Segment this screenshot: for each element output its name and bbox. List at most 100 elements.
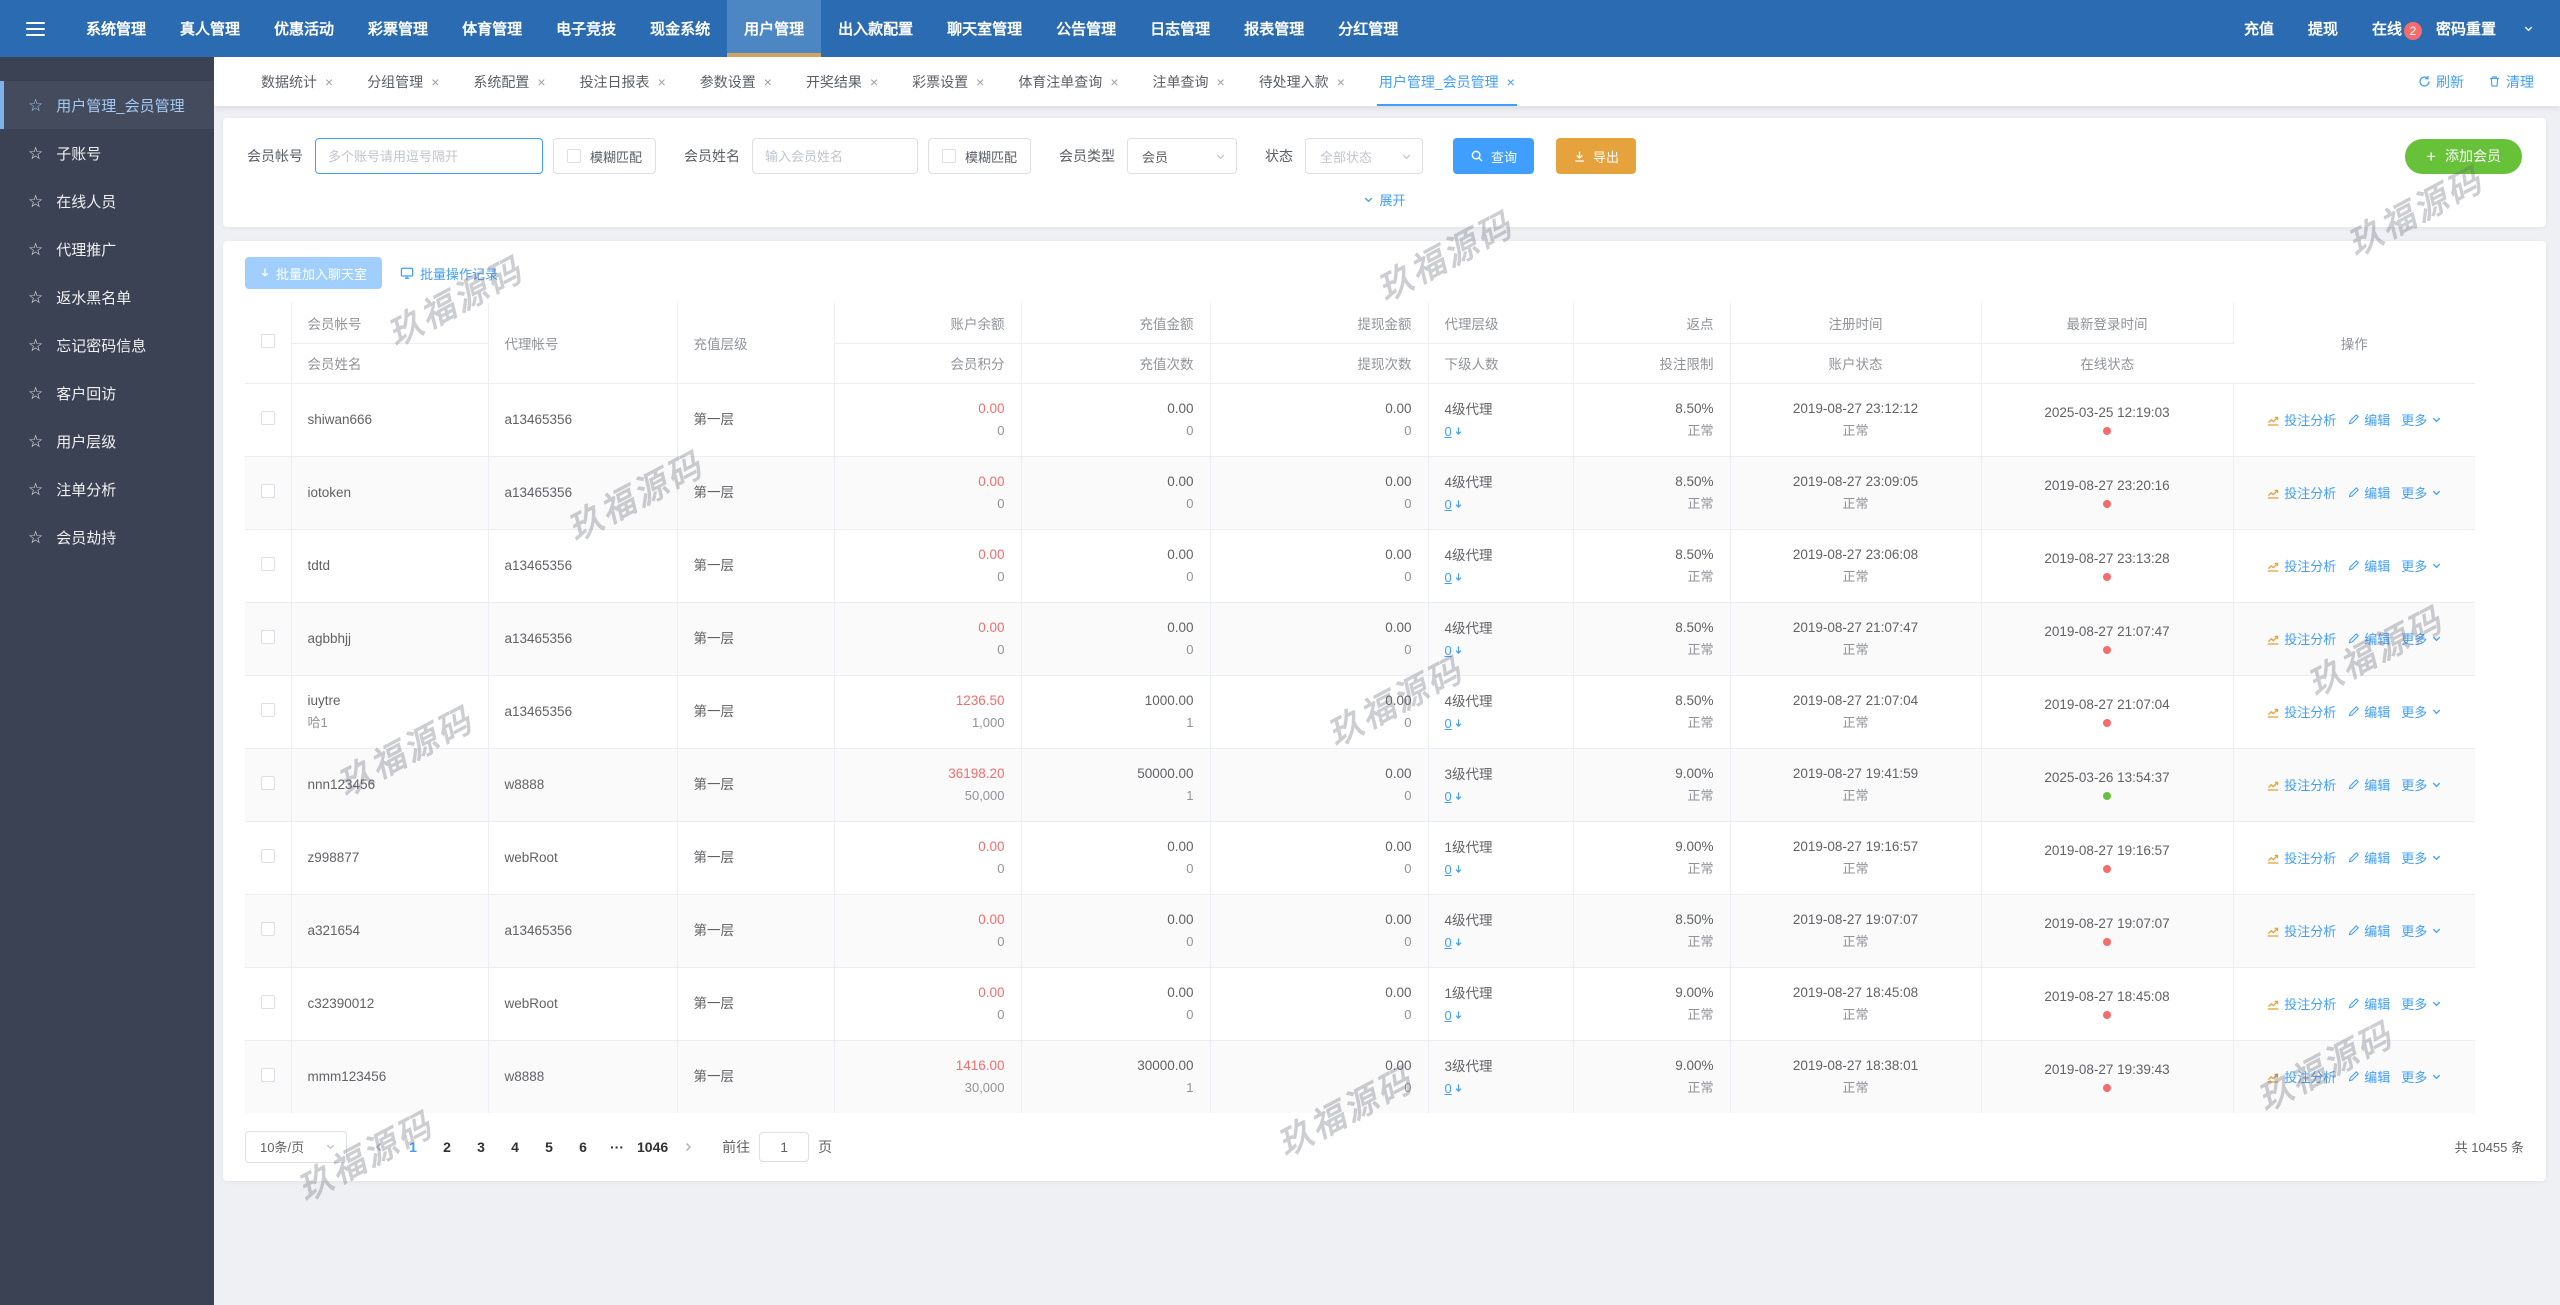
edit-link[interactable]: 编辑	[2347, 702, 2390, 721]
tab[interactable]: 待处理入款 ×	[1242, 57, 1362, 106]
edit-link[interactable]: 编辑	[2347, 848, 2390, 867]
bet-analysis-link[interactable]: 投注分析	[2266, 556, 2336, 575]
tab[interactable]: 用户管理_会员管理 ×	[1362, 57, 1532, 106]
more-dropdown[interactable]: 更多	[2401, 994, 2442, 1013]
status-select[interactable]: 全部状态	[1305, 138, 1424, 174]
topnav-item[interactable]: 现金系统	[633, 0, 727, 57]
topnav-item[interactable]: 日志管理	[1133, 0, 1227, 57]
pager-page[interactable]: 5	[535, 1132, 563, 1162]
pager-page[interactable]: 2	[433, 1132, 461, 1162]
pager-page[interactable]: 4	[501, 1132, 529, 1162]
tab-close-icon[interactable]: ×	[764, 74, 772, 90]
tab[interactable]: 投注日报表 ×	[563, 57, 683, 106]
pager-page[interactable]: 3	[467, 1132, 495, 1162]
subordinates-link[interactable]: 0	[1445, 1008, 1463, 1023]
subordinates-link[interactable]: 0	[1445, 1081, 1463, 1096]
sidebar-item[interactable]: ☆ 在线人员	[0, 177, 214, 225]
row-checkbox[interactable]	[260, 557, 275, 571]
batch-join-chat-button[interactable]: 批量加入聊天室	[245, 257, 383, 289]
more-dropdown[interactable]: 更多	[2401, 556, 2442, 575]
topnav-item[interactable]: 报表管理	[1227, 0, 1321, 57]
fuzzy-match-account[interactable]: 模糊匹配	[553, 138, 657, 174]
tab-close-icon[interactable]: ×	[658, 74, 666, 90]
add-member-button[interactable]: + 添加会员	[2405, 138, 2522, 174]
more-dropdown[interactable]: 更多	[2401, 848, 2442, 867]
sidebar-item[interactable]: ☆ 子账号	[0, 129, 214, 177]
more-dropdown[interactable]: 更多	[2401, 629, 2442, 648]
sidebar-item[interactable]: ☆ 用户管理_会员管理	[0, 81, 214, 129]
tab-close-icon[interactable]: ×	[1507, 74, 1515, 90]
fuzzy-account-checkbox[interactable]	[567, 149, 581, 163]
more-dropdown[interactable]: 更多	[2401, 410, 2442, 429]
topnav-action-recharge[interactable]: 充值	[2227, 18, 2291, 39]
fuzzy-match-name[interactable]: 模糊匹配	[928, 138, 1032, 174]
member-type-select[interactable]: 会员	[1127, 138, 1238, 174]
member-account-input[interactable]	[315, 138, 543, 174]
subordinates-link[interactable]: 0	[1445, 716, 1463, 731]
tab[interactable]: 彩票设置 ×	[895, 57, 1001, 106]
topnav-item[interactable]: 真人管理	[163, 0, 257, 57]
bet-analysis-link[interactable]: 投注分析	[2266, 848, 2336, 867]
tab-close-icon[interactable]: ×	[1217, 74, 1225, 90]
edit-link[interactable]: 编辑	[2347, 994, 2390, 1013]
pager-next[interactable]	[674, 1132, 702, 1162]
more-dropdown[interactable]: 更多	[2401, 921, 2442, 940]
topnav-item[interactable]: 系统管理	[69, 0, 163, 57]
tab[interactable]: 开奖结果 ×	[789, 57, 895, 106]
tab[interactable]: 体育注单查询 ×	[1001, 57, 1135, 106]
edit-link[interactable]: 编辑	[2347, 556, 2390, 575]
row-checkbox[interactable]	[260, 922, 275, 936]
row-checkbox[interactable]	[260, 1068, 275, 1082]
more-dropdown[interactable]: 更多	[2401, 702, 2442, 721]
row-checkbox[interactable]	[260, 411, 275, 425]
topnav-action-withdraw[interactable]: 提现	[2291, 18, 2355, 39]
topnav-item[interactable]: 分红管理	[1321, 0, 1415, 57]
pager-page[interactable]: 1	[399, 1132, 427, 1162]
bet-analysis-link[interactable]: 投注分析	[2266, 410, 2336, 429]
row-checkbox[interactable]	[260, 630, 275, 644]
subordinates-link[interactable]: 0	[1445, 935, 1463, 950]
sidebar-item[interactable]: ☆ 客户回访	[0, 369, 214, 417]
bet-analysis-link[interactable]: 投注分析	[2266, 629, 2336, 648]
export-button[interactable]: 导出	[1556, 138, 1637, 174]
tab-close-icon[interactable]: ×	[976, 74, 984, 90]
topnav-action-password-reset[interactable]: 密码重置	[2419, 18, 2513, 39]
tab-close-icon[interactable]: ×	[537, 74, 545, 90]
topnav-item[interactable]: 体育管理	[445, 0, 539, 57]
batch-operation-log-link[interactable]: 批量操作记录	[400, 264, 498, 283]
row-checkbox[interactable]	[260, 776, 275, 790]
chevron-down-icon[interactable]	[2523, 23, 2534, 34]
topnav-item[interactable]: 用户管理	[727, 0, 822, 57]
subordinates-link[interactable]: 0	[1445, 570, 1463, 585]
bet-analysis-link[interactable]: 投注分析	[2266, 775, 2336, 794]
subordinates-link[interactable]: 0	[1445, 424, 1463, 439]
tab[interactable]: 参数设置 ×	[683, 57, 789, 106]
bet-analysis-link[interactable]: 投注分析	[2266, 1067, 2336, 1086]
topnav-item[interactable]: 出入款配置	[821, 0, 930, 57]
tab[interactable]: 系统配置 ×	[456, 57, 562, 106]
topnav-item[interactable]: 聊天室管理	[930, 0, 1039, 57]
edit-link[interactable]: 编辑	[2347, 483, 2390, 502]
edit-link[interactable]: 编辑	[2347, 921, 2390, 940]
search-button[interactable]: 查询	[1453, 138, 1535, 174]
tab-close-icon[interactable]: ×	[1337, 74, 1345, 90]
subordinates-link[interactable]: 0	[1445, 497, 1463, 512]
subordinates-link[interactable]: 0	[1445, 862, 1463, 877]
tab[interactable]: 分组管理 ×	[350, 57, 456, 106]
fuzzy-name-checkbox[interactable]	[942, 149, 957, 163]
sidebar-item[interactable]: ☆ 返水黑名单	[0, 273, 214, 321]
bet-analysis-link[interactable]: 投注分析	[2266, 921, 2336, 940]
more-dropdown[interactable]: 更多	[2401, 775, 2442, 794]
tab-close-icon[interactable]: ×	[1110, 74, 1118, 90]
more-dropdown[interactable]: 更多	[2401, 1067, 2442, 1086]
sidebar-item[interactable]: ☆ 会员劫持	[0, 513, 214, 561]
page-size-select[interactable]: 10条/页	[245, 1130, 347, 1163]
member-name-input[interactable]	[752, 138, 919, 174]
row-checkbox[interactable]	[260, 995, 275, 1009]
sidebar-item[interactable]: ☆ 用户层级	[0, 417, 214, 465]
subordinates-link[interactable]: 0	[1445, 643, 1463, 658]
topnav-item[interactable]: 优惠活动	[257, 0, 351, 57]
topnav-action-online[interactable]: 在线 2	[2355, 18, 2422, 40]
edit-link[interactable]: 编辑	[2347, 629, 2390, 648]
topnav-item[interactable]: 电子竞技	[539, 0, 633, 57]
